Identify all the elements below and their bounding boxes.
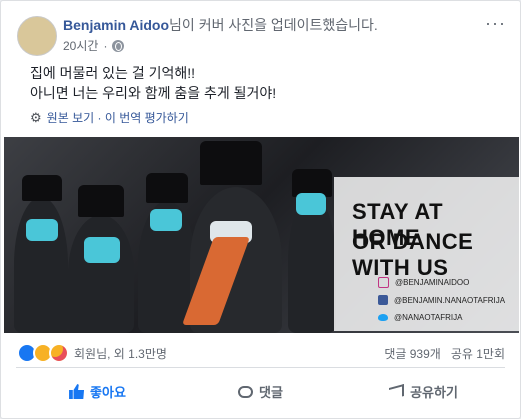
comment-button[interactable]: 댓글 [179, 369, 342, 414]
timestamp[interactable]: 20시간 [63, 37, 98, 54]
thumbs-up-icon [69, 384, 85, 399]
post-action-text: 님이 커버 사진을 업데이트했습니다. [169, 17, 378, 33]
share-label: 공유하기 [410, 385, 458, 400]
pallbearer-figure [288, 195, 336, 333]
post-header: Benjamin Aidoo님이 커버 사진을 업데이트했습니다. [63, 15, 378, 35]
reaction-count[interactable]: 회원님, 외 1.3만명 [74, 345, 167, 362]
post-meta: 20시간 · [63, 37, 125, 54]
avatar[interactable] [17, 16, 57, 56]
social-handle-twitter: @NANAOTAFRIJA [378, 313, 462, 322]
care-icon [49, 343, 69, 363]
face-mask-shape [150, 209, 182, 231]
social-handle-instagram: @BENJAMINAIDOO [378, 277, 469, 288]
reaction-icons [17, 343, 69, 363]
translation-bar: ⚙ 원본 보기 · 이 번역 평가하기 [30, 109, 189, 126]
pallbearer-figure [14, 197, 68, 333]
share-icon [389, 383, 405, 400]
face-mask-shape [296, 193, 326, 215]
post-text-line: 집에 머물러 있는 걸 기억해!! [30, 65, 196, 81]
hat-shape [22, 175, 62, 201]
post-text: 집에 머물러 있는 걸 기억해!! 아니면 너는 우리와 함께 춤을 추게 될거… [30, 63, 276, 103]
author-name[interactable]: Benjamin Aidoo [63, 17, 169, 33]
post-text-line: 아니면 너는 우리와 함께 춤을 추게 될거야! [30, 85, 277, 101]
face-mask-shape [84, 237, 120, 263]
divider [16, 367, 505, 368]
handle-text: @NANAOTAFRIJA [394, 313, 463, 322]
gear-icon[interactable]: ⚙ [30, 110, 42, 126]
comment-label: 댓글 [259, 385, 283, 400]
more-icon[interactable]: ··· [485, 13, 506, 34]
translation-links[interactable]: 원본 보기 · 이 번역 평가하기 [47, 109, 189, 126]
facebook-icon [378, 295, 388, 305]
share-button[interactable]: 공유하기 [342, 369, 505, 414]
hat-shape [200, 141, 262, 185]
instagram-icon [378, 277, 389, 288]
slogan-line: OR DANCE WITH US [352, 229, 474, 280]
comment-icon [238, 385, 254, 398]
engagement-counts: 댓글 939개 공유 1만회 [384, 345, 505, 362]
like-button[interactable]: 좋아요 [16, 369, 179, 414]
pallbearer-figure [68, 215, 134, 333]
handle-text: @BENJAMINAIDOO [395, 278, 470, 287]
comment-count[interactable]: 댓글 939개 [384, 345, 440, 362]
reaction-summary[interactable]: 회원님, 외 1.3만명 [17, 343, 167, 363]
separator: · [103, 38, 108, 53]
share-count[interactable]: 공유 1만회 [451, 345, 505, 362]
like-label: 좋아요 [90, 385, 126, 400]
handle-text: @BENJAMIN.NANAOTAFRIJA [394, 295, 506, 305]
globe-icon[interactable] [112, 39, 125, 52]
post-card: Benjamin Aidoo님이 커버 사진을 업데이트했습니다. 20시간 ·… [0, 0, 521, 419]
social-handle-facebook: @BENJAMIN.NANAOTAFRIJA [378, 295, 505, 305]
cover-photo[interactable]: STAY AT HOME OR DANCE WITH US @BENJAMINA… [4, 137, 519, 333]
hat-shape [78, 185, 124, 217]
hat-shape [146, 173, 188, 203]
action-bar: 좋아요 댓글 공유하기 [16, 369, 505, 414]
twitter-icon [378, 314, 388, 321]
face-mask-shape [26, 219, 58, 241]
slogan-panel: STAY AT HOME OR DANCE WITH US @BENJAMINA… [334, 177, 519, 331]
